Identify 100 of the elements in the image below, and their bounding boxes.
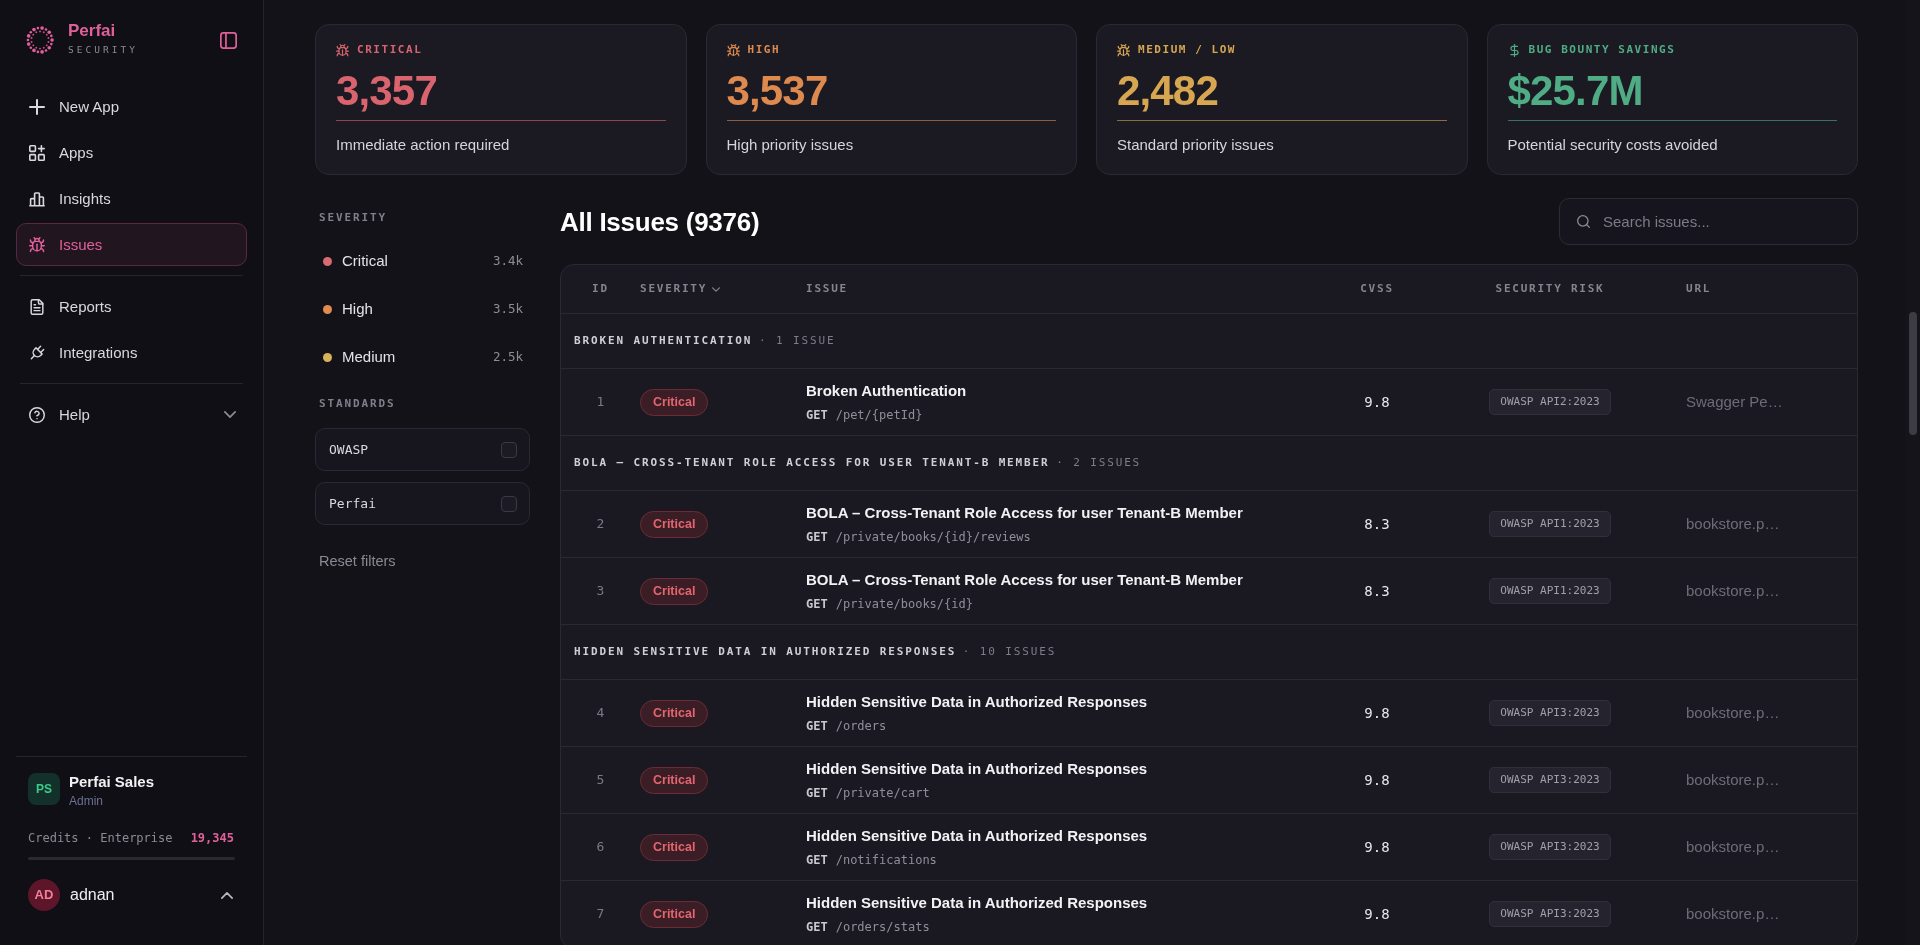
bug-icon — [336, 43, 349, 57]
severity-badge: Critical — [640, 699, 709, 727]
issue-id: 6 — [596, 838, 605, 857]
account-avatar: PS — [28, 773, 60, 805]
dollar-icon — [1507, 43, 1521, 57]
nav-item[interactable]: Insights — [16, 177, 247, 220]
group-title: BROKEN AUTHENTICATION — [574, 334, 753, 348]
nav-item[interactable]: New App — [16, 85, 247, 128]
cvss-score: 9.8 — [1364, 770, 1390, 790]
http-method: GET — [806, 852, 828, 868]
url-text: bookstore.p… — [1686, 769, 1780, 790]
scrollbar-thumb[interactable] — [1908, 312, 1917, 435]
url-text: bookstore.p… — [1686, 580, 1780, 601]
credits-value: 19,345 — [190, 830, 234, 846]
option-count: 3.5k — [492, 299, 523, 318]
severity-filter-option[interactable]: Medium 2.5k — [315, 337, 530, 377]
chevron-up-icon[interactable] — [221, 891, 233, 899]
issue-id: 1 — [596, 393, 605, 412]
endpoint-path: /private/books/{id}/reviews — [835, 529, 1031, 545]
checkbox[interactable] — [501, 441, 517, 458]
stat-caption: High priority issues — [726, 135, 855, 155]
plus-icon — [29, 98, 45, 115]
stat-value: $25.7M — [1507, 69, 1644, 113]
issue-id: 5 — [596, 771, 605, 790]
severity-filter-option[interactable]: High 3.5k — [315, 289, 530, 329]
issue-title[interactable]: BOLA – Cross-Tenant Role Access for user Tenant-B Member — [806, 570, 1243, 590]
nav-item[interactable]: Help — [16, 393, 247, 436]
cvss-score: 9.8 — [1364, 703, 1390, 723]
account-role: Admin — [69, 794, 104, 809]
stat-caption: Immediate action required — [336, 135, 511, 155]
stat-label: CRITICAL — [357, 42, 423, 58]
severity-badge: Critical — [640, 833, 709, 861]
nav-item[interactable]: Reports — [16, 285, 247, 328]
nav-item[interactable]: Integrations — [16, 331, 247, 374]
endpoint-path: /notifications — [835, 852, 937, 868]
stat-label: HIGH — [747, 42, 781, 58]
severity-badge: Critical — [640, 577, 709, 605]
endpoint-path: /orders/stats — [835, 919, 930, 935]
credits-label: Credits · Enterprise — [28, 830, 173, 846]
user-avatar: AD — [28, 879, 60, 911]
cvss-score: 9.8 — [1364, 837, 1390, 857]
endpoint-path: /pet/{petId} — [835, 407, 923, 423]
url-text: bookstore.p… — [1686, 513, 1780, 534]
column-header[interactable]: ISSUE — [806, 282, 848, 296]
risk-tag: OWASP API3:2023 — [1489, 834, 1611, 860]
bug-icon — [29, 236, 45, 253]
bar-chart-icon — [29, 190, 45, 207]
risk-tag: OWASP API3:2023 — [1489, 700, 1611, 726]
severity-badge: Critical — [640, 510, 709, 538]
plug-icon — [29, 344, 45, 361]
search-icon — [1577, 215, 1590, 228]
sidebar-panel-icon[interactable] — [220, 31, 237, 49]
risk-tag: OWASP API1:2023 — [1489, 511, 1611, 537]
brand-name: Perfai — [68, 21, 117, 41]
group-title: HIDDEN SENSITIVE DATA IN AUTHORIZED RESPONSES — [574, 645, 957, 659]
http-method: GET — [806, 785, 828, 801]
issue-id: 2 — [596, 515, 605, 534]
stat-caption: Potential security costs avoided — [1507, 135, 1719, 155]
nav-item[interactable]: Apps — [16, 131, 247, 174]
help-icon — [29, 406, 45, 423]
url-text: bookstore.p… — [1686, 702, 1780, 723]
group-count: · 1 ISSUE — [758, 334, 836, 348]
issue-title[interactable]: Hidden Sensitive Data in Authorized Responses — [806, 692, 1148, 712]
column-header[interactable]: ID — [592, 282, 609, 296]
http-method: GET — [806, 529, 828, 545]
stat-caption: Standard priority issues — [1117, 135, 1275, 155]
stat-value: 3,357 — [336, 69, 438, 113]
issue-id: 3 — [596, 582, 605, 601]
issue-title[interactable]: Hidden Sensitive Data in Authorized Responses — [806, 759, 1148, 779]
risk-tag: OWASP API1:2023 — [1489, 578, 1611, 604]
http-method: GET — [806, 718, 828, 734]
endpoint-path: /private/books/{id} — [835, 596, 973, 612]
issue-title[interactable]: Hidden Sensitive Data in Authorized Responses — [806, 826, 1148, 846]
stat-value: 3,537 — [726, 69, 829, 113]
standard-filter-option[interactable]: Perfai — [315, 482, 530, 525]
standard-filter-option[interactable]: OWASP — [315, 428, 530, 471]
checkbox[interactable] — [501, 495, 517, 512]
filter-heading: SEVERITY — [318, 211, 388, 225]
brand-tagline: SECURITY — [68, 44, 139, 56]
sort-chevron-icon — [712, 286, 721, 292]
risk-tag: OWASP API3:2023 — [1489, 767, 1611, 793]
reset-filters-link[interactable]: Reset filters — [319, 551, 396, 571]
column-header[interactable]: SEVERITY — [640, 282, 721, 296]
nav-item[interactable]: Issues — [16, 223, 247, 266]
filter-heading: STANDARDS — [318, 397, 397, 411]
column-header[interactable]: URL — [1686, 282, 1712, 296]
column-header[interactable]: CVSS — [1360, 282, 1394, 296]
severity-badge: Critical — [640, 900, 709, 928]
grid-icon — [29, 144, 45, 161]
user-name: adnan — [70, 885, 115, 905]
severity-filter-option[interactable]: Critical 3.4k — [315, 241, 530, 281]
search-field[interactable]: Search issues... — [1559, 198, 1858, 245]
http-method: GET — [806, 919, 828, 935]
issue-title[interactable]: Hidden Sensitive Data in Authorized Responses — [806, 893, 1148, 913]
issue-title[interactable]: BOLA – Cross-Tenant Role Access for user Tenant-B Member — [806, 503, 1243, 523]
stat-label: MEDIUM / LOW — [1138, 42, 1236, 58]
issue-title[interactable]: Broken Authentication — [806, 381, 967, 401]
column-header[interactable]: SECURITY RISK — [1495, 282, 1605, 296]
risk-tag: OWASP API3:2023 — [1489, 901, 1611, 927]
risk-tag: OWASP API2:2023 — [1489, 389, 1611, 415]
